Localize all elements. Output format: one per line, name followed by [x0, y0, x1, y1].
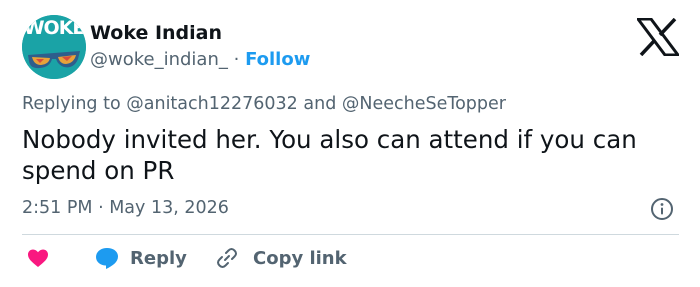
follow-button[interactable]: Follow — [245, 49, 310, 70]
copy-link-label: Copy link — [253, 247, 347, 269]
handle-row: @woke_indian_ · Follow — [90, 49, 310, 70]
display-name[interactable]: Woke Indian — [90, 22, 222, 44]
mention-link-1[interactable]: @anitach12276032 — [126, 94, 298, 114]
copy-link-button[interactable]: Copy link — [215, 246, 347, 270]
heart-icon — [28, 249, 48, 267]
mention-link-2[interactable]: @NeecheSeTopper — [342, 94, 506, 114]
reply-conjunction: and — [303, 94, 337, 114]
handle[interactable]: @woke_indian_ — [90, 49, 228, 70]
reply-button[interactable]: Reply — [94, 246, 187, 270]
like-button[interactable] — [26, 246, 50, 270]
divider — [22, 234, 679, 235]
avatar[interactable]: WOKE — [22, 15, 86, 79]
reply-label: Reply — [130, 247, 187, 269]
reply-context: Replying to @anitach12276032 and @Neeche… — [22, 94, 506, 114]
tweet-text: Nobody invited her. You also can attend … — [22, 125, 637, 185]
separator-dot: · — [233, 49, 240, 70]
info-icon[interactable] — [650, 197, 674, 221]
x-logo-icon[interactable] — [637, 18, 679, 56]
reply-prefix: Replying to — [22, 94, 121, 114]
reply-bubble-icon — [96, 248, 118, 269]
link-icon — [217, 248, 237, 268]
tweet-timestamp[interactable]: 2:51 PM · May 13, 2026 — [22, 198, 229, 218]
avatar-logo-text: WOKE — [23, 17, 86, 39]
